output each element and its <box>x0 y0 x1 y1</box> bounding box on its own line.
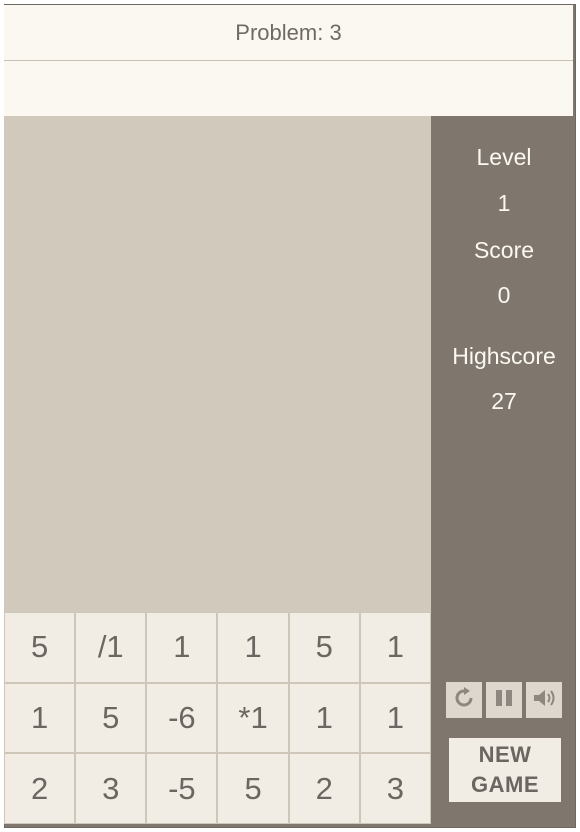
highscore-value: 27 <box>491 388 517 414</box>
sound-button[interactable] <box>526 682 562 718</box>
grid-cell[interactable]: 5 <box>289 613 359 682</box>
grid-cell[interactable]: 2 <box>5 754 75 823</box>
answer-display <box>4 61 573 116</box>
new-game-button[interactable]: NEW GAME <box>449 738 561 802</box>
grid-cell[interactable]: 2 <box>289 754 359 823</box>
grid-cell[interactable]: 1 <box>5 683 75 753</box>
restart-icon <box>453 686 475 714</box>
new-game-line2: GAME <box>471 772 539 797</box>
grid-cell[interactable]: 5 <box>5 613 75 682</box>
grid-cell[interactable]: 1 <box>360 613 430 682</box>
pause-button[interactable] <box>486 682 522 718</box>
number-grid: 5 /1 1 1 5 1 1 5 -6 *1 1 1 2 3 -5 5 2 3 <box>4 612 431 824</box>
grid-cell[interactable]: /1 <box>76 613 146 682</box>
score-value: 0 <box>497 282 511 308</box>
problem-bar: Problem: 3 <box>4 5 573 61</box>
level-label: Level <box>476 144 532 170</box>
restart-button[interactable] <box>446 682 482 718</box>
grid-cell[interactable]: 3 <box>76 754 146 823</box>
grid-cell[interactable]: 5 <box>218 754 288 823</box>
level-value: 1 <box>497 190 511 216</box>
playfield <box>4 116 431 612</box>
pause-icon <box>493 687 515 714</box>
grid-cell[interactable]: 1 <box>360 683 430 753</box>
problem-label: Problem: 3 <box>235 19 342 45</box>
grid-cell[interactable]: -5 <box>147 754 217 823</box>
game-controls <box>446 682 566 718</box>
score-label: Score <box>473 237 535 263</box>
grid-cell[interactable]: 5 <box>76 683 146 753</box>
highscore-label: Highscore <box>452 343 556 369</box>
grid-cell[interactable]: 1 <box>289 683 359 753</box>
grid-cell[interactable]: 1 <box>147 613 217 682</box>
grid-cell[interactable]: 1 <box>218 613 288 682</box>
grid-cell[interactable]: -6 <box>147 683 217 753</box>
sound-icon <box>532 687 556 714</box>
grid-cell[interactable]: 3 <box>360 754 430 823</box>
new-game-line1: NEW <box>478 742 532 767</box>
grid-cell[interactable]: *1 <box>218 683 288 753</box>
